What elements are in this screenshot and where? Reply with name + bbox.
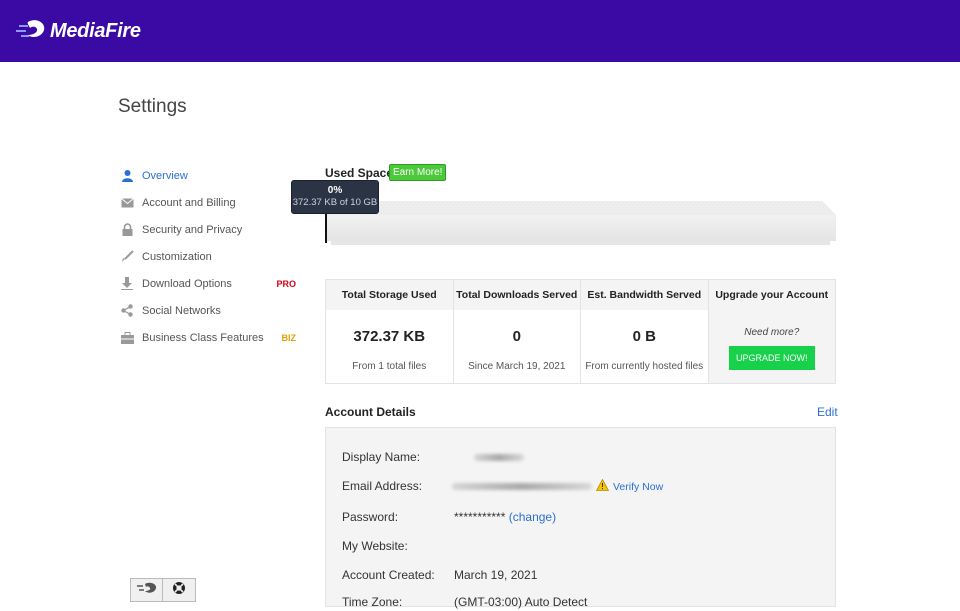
sidebar-item-label: Business Class Features [142, 331, 264, 344]
password-value: *********** (change) [454, 510, 556, 524]
email-redacted [452, 483, 592, 490]
mediafire-flame-icon [16, 18, 46, 45]
verify-now-link[interactable]: Verify Now [595, 478, 664, 494]
logo-text: MediaFire [50, 20, 141, 42]
sidebar-item-customization[interactable]: Customization [120, 243, 300, 270]
password-label: Password: [342, 510, 399, 524]
stat-total-downloads: Total Downloads Served 0 Since March 19,… [453, 280, 581, 383]
sidebar-item-download-options[interactable]: Download Options PRO [120, 270, 300, 297]
top-bar: MediaFire [0, 0, 960, 62]
need-more-text: Need more? [744, 327, 800, 338]
earn-more-button[interactable]: Earn More! [389, 164, 447, 181]
usage-percent: 0% [327, 185, 343, 196]
share-icon [120, 304, 134, 318]
sidebar-item-social-networks[interactable]: Social Networks [120, 297, 300, 324]
account-created-label: Account Created: [342, 568, 435, 582]
user-icon [120, 169, 134, 183]
stat-header: Upgrade your Account [708, 280, 835, 310]
storage-usage-bar [325, 201, 836, 245]
account-edit-link[interactable]: Edit [817, 405, 838, 419]
sidebar-item-label: Security and Privacy [142, 223, 243, 236]
account-details-panel: Display Name: Email Address: Verify Now … [325, 427, 836, 609]
page-title: Settings [118, 96, 187, 117]
sidebar-item-overview[interactable]: Overview [120, 162, 300, 189]
password-mask: *********** [454, 510, 506, 524]
stat-value: 372.37 KB [353, 328, 426, 345]
brush-icon [120, 250, 134, 264]
website-label: My Website: [342, 539, 408, 553]
biz-badge: BIZ [281, 332, 297, 343]
mediafire-logo[interactable]: MediaFire [16, 18, 141, 45]
account-created-value: March 19, 2021 [454, 568, 538, 582]
verify-now-label: Verify Now [613, 480, 664, 493]
envelope-icon [120, 196, 134, 210]
change-password-link[interactable]: (change) [509, 510, 556, 524]
usage-amount: 372.37 KB of 10 GB [292, 197, 378, 208]
upgrade-now-button[interactable]: UPGRADE NOW! [728, 346, 815, 370]
sidebar-item-label: Customization [142, 250, 212, 263]
usage-marker [325, 212, 327, 243]
pro-badge: PRO [276, 278, 296, 289]
stat-total-storage: Total Storage Used 372.37 KB From 1 tota… [326, 280, 454, 383]
stat-header: Est. Bandwidth Served [581, 280, 708, 310]
account-details-title: Account Details [325, 405, 416, 419]
footer-toolbar [130, 578, 196, 602]
usage-tooltip: 0% 372.37 KB of 10 GB [291, 180, 379, 214]
sidebar-item-account-billing[interactable]: Account and Billing [120, 189, 300, 216]
briefcase-icon [120, 331, 134, 345]
help-lifebuoy-icon [172, 581, 186, 600]
stat-header: Total Downloads Served [453, 280, 580, 310]
sidebar-item-business-class[interactable]: Business Class Features BIZ [120, 324, 300, 351]
stat-subtext: Since March 19, 2021 [468, 361, 566, 372]
time-zone-value: (GMT-03:00) Auto Detect [454, 595, 588, 609]
sidebar-item-label: Social Networks [142, 304, 221, 317]
stat-value: 0 [512, 328, 521, 345]
stat-subtext: From 1 total files [352, 361, 427, 372]
mediafire-home-button[interactable] [131, 579, 163, 601]
time-zone-label: Time Zone: [342, 595, 403, 609]
stat-value: 0 B [632, 328, 656, 345]
mediafire-flame-icon [136, 581, 157, 599]
stat-header: Total Storage Used [326, 280, 453, 310]
sidebar-item-label: Account and Billing [142, 196, 236, 209]
settings-sidebar: Overview Account and Billing Security an… [120, 162, 300, 351]
help-button[interactable] [163, 579, 195, 601]
warning-icon [595, 478, 610, 494]
stat-bandwidth: Est. Bandwidth Served 0 B From currently… [581, 280, 709, 383]
display-name-label: Display Name: [342, 450, 421, 464]
sidebar-item-label: Download Options [142, 277, 232, 290]
email-label: Email Address: [342, 479, 423, 493]
stat-upgrade: Upgrade your Account Need more? UPGRADE … [708, 280, 835, 383]
used-space-label: Used Space [325, 166, 394, 180]
lock-icon [120, 223, 134, 237]
sidebar-item-label: Overview [142, 169, 188, 182]
display-name-redacted [474, 454, 524, 461]
sidebar-item-security-privacy[interactable]: Security and Privacy [120, 216, 300, 243]
stats-panel: Total Storage Used 372.37 KB From 1 tota… [325, 279, 836, 384]
download-icon [120, 277, 134, 291]
stat-subtext: From currently hosted files [585, 361, 704, 372]
